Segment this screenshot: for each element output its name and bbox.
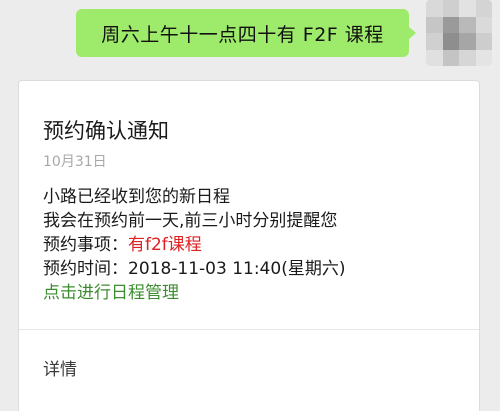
detail-link[interactable]: 详情 — [43, 355, 77, 380]
card-date: 10月31日 — [43, 154, 107, 170]
appointment-time-value: 2018-11-03 11:40(星期六) — [128, 259, 346, 279]
card-title: 预约确认通知 — [43, 119, 169, 143]
schedule-manage-link[interactable]: 点击进行日程管理 — [43, 281, 463, 305]
outgoing-message-text: 周六上午十一点四十有 F2F 课程 — [101, 23, 384, 46]
appointment-item-value: 有f2f课程 — [128, 235, 202, 255]
card-divider — [19, 329, 479, 330]
appointment-time-label: 预约时间： — [43, 259, 128, 279]
notification-card[interactable]: 预约确认通知 10月31日 小路已经收到您的新日程 我会在预约前一天,前三小时分… — [18, 80, 480, 411]
confirmation-line: 小路已经收到您的新日程 — [43, 187, 230, 207]
appointment-item-label: 预约事项： — [43, 235, 128, 255]
blurred-avatar-icon[interactable] — [426, 0, 492, 66]
outgoing-message-bubble[interactable]: 周六上午十一点四十有 F2F 课程 — [76, 9, 416, 57]
appointment-item-row: 预约事项：有f2f课程 — [43, 233, 463, 257]
appointment-time-row: 预约时间：2018-11-03 11:40(星期六) — [43, 257, 463, 281]
card-body: 小路已经收到您的新日程 我会在预约前一天,前三小时分别提醒您 预约事项：有f2f… — [43, 185, 463, 305]
reminder-line: 我会在预约前一天,前三小时分别提醒您 — [43, 211, 338, 231]
